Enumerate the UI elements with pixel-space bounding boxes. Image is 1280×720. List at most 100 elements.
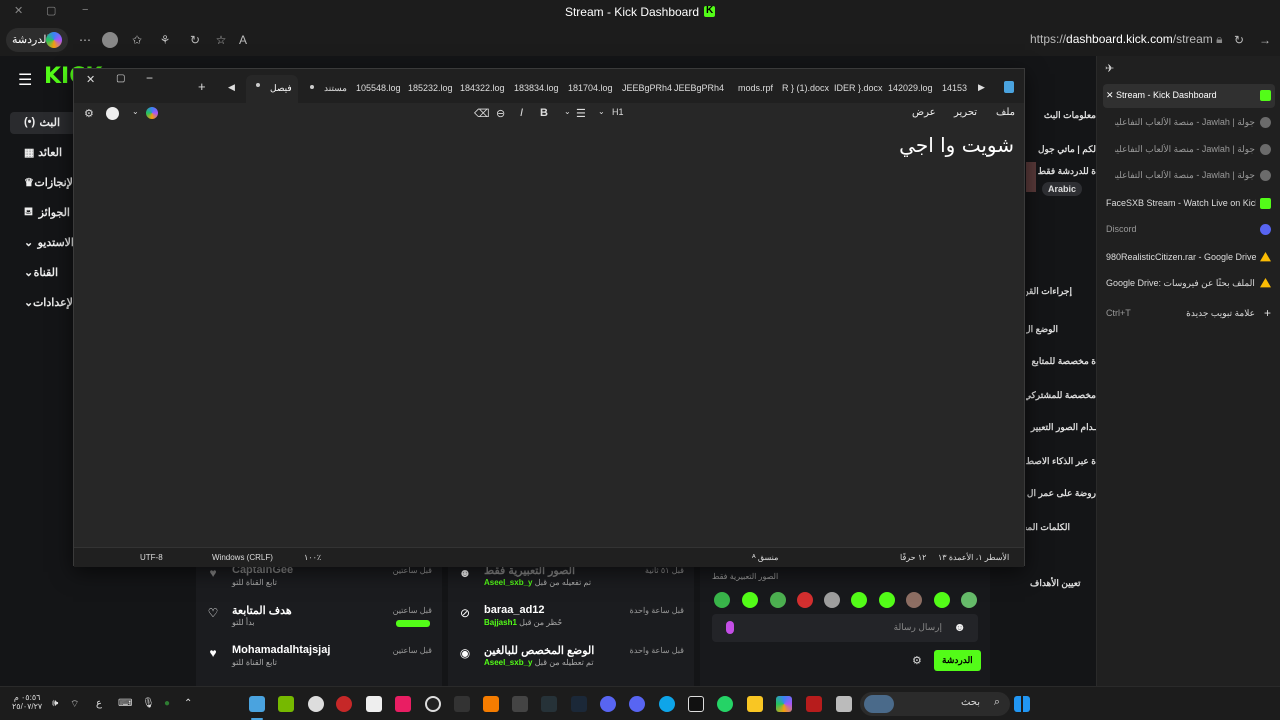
chat-input[interactable]: إرسال رسالة ☻ xyxy=(712,614,978,642)
capture-icon[interactable] xyxy=(366,696,382,712)
vertical-tab[interactable]: جولة | Jawlah - منصة الألعاب التفاعلية xyxy=(1103,138,1275,162)
maximize-window-icon[interactable]: ▢ xyxy=(116,73,125,84)
app-icon[interactable] xyxy=(395,696,411,712)
file-explorer-icon[interactable] xyxy=(747,696,763,712)
tab-label[interactable]: 105548.log xyxy=(356,83,401,93)
tab-label[interactable]: IDER }.docx xyxy=(834,83,883,93)
star-icon[interactable]: ☆ xyxy=(214,33,228,47)
status-format[interactable]: منسق ᴬ xyxy=(752,553,778,562)
emote-icon[interactable] xyxy=(851,592,867,608)
tab-label[interactable]: 184322.log xyxy=(460,83,505,93)
edge-icon[interactable] xyxy=(659,696,675,712)
taskbar-search[interactable]: بحث ⌕ xyxy=(860,692,1010,716)
profile-chat-button[interactable]: الدردشة xyxy=(6,28,68,52)
set-goals-label[interactable]: تعيين الأهداف xyxy=(1030,578,1081,589)
chevron-down-icon[interactable]: ⌄ xyxy=(564,107,571,116)
menu-view[interactable]: عرض xyxy=(912,107,936,118)
menu-file[interactable]: ملف xyxy=(996,107,1015,118)
language-chip[interactable]: Arabic xyxy=(1042,182,1083,196)
vertical-tab[interactable]: Discord xyxy=(1103,218,1275,242)
copilot-icon[interactable] xyxy=(776,696,792,712)
nav-item-channel[interactable]: ⌄ القناة xyxy=(10,262,76,284)
address-bar[interactable]: https://dashboard.kick.com/stream 🔒︎ xyxy=(1030,32,1223,47)
vertical-tab[interactable]: جولة | Jawlah - منصة الألعاب التفاعلية xyxy=(1103,164,1275,188)
chat-send-button[interactable]: الدردشة xyxy=(934,650,981,671)
tab-label[interactable]: 181704.log xyxy=(568,83,613,93)
emote-icon[interactable] xyxy=(797,592,813,608)
forward-icon[interactable]: → xyxy=(1258,33,1272,47)
app-icon[interactable] xyxy=(336,696,352,712)
more-icon[interactable]: ⋯ xyxy=(78,33,92,47)
minimize-window-icon[interactable]: − xyxy=(146,71,153,85)
nvidia-icon[interactable] xyxy=(278,696,294,712)
emote-icon[interactable] xyxy=(906,592,922,608)
heading-dropdown[interactable]: H1 xyxy=(612,107,624,117)
tab-label[interactable]: JEEBgPRh4 xyxy=(674,83,724,93)
tab-label[interactable]: 185232.log xyxy=(408,83,453,93)
nav-item-revenue[interactable]: ▦ العائد xyxy=(10,142,76,164)
nav-item-rewards[interactable]: ⛾ الجوائز xyxy=(10,202,76,224)
avatar-icon[interactable] xyxy=(102,32,118,48)
vertical-tab[interactable]: FaceSXB Stream - Watch Live on Kick xyxy=(1103,192,1275,216)
bold-icon[interactable]: B xyxy=(540,107,548,119)
tab-label[interactable]: 142029.log xyxy=(888,83,933,93)
app-icon[interactable] xyxy=(512,696,528,712)
tab-label[interactable]: 183834.log xyxy=(514,83,559,93)
new-tab-icon[interactable]: + xyxy=(198,79,206,94)
notepad-editor[interactable]: شويت وا اجي xyxy=(74,125,1024,545)
status-zoom[interactable]: ١٠٠٪ xyxy=(304,553,321,562)
scroll-left-icon[interactable]: ◀ xyxy=(228,82,235,93)
chat-settings-icon[interactable]: ⚙ xyxy=(912,654,922,667)
tab-label[interactable]: 14153 xyxy=(942,83,970,93)
emote-icon[interactable] xyxy=(961,592,977,608)
obs-icon[interactable] xyxy=(308,696,324,712)
app-icon[interactable] xyxy=(541,696,557,712)
copilot-icon[interactable] xyxy=(146,107,158,119)
keyboard-icon[interactable]: ⌨ xyxy=(118,698,132,709)
link-icon[interactable]: ⊖ xyxy=(496,107,505,120)
clear-formatting-icon[interactable]: ⌫ xyxy=(474,107,490,120)
wifi-icon[interactable]: ⌔ xyxy=(70,698,79,711)
app-icon[interactable] xyxy=(483,696,499,712)
input-language[interactable]: ع xyxy=(96,698,102,709)
nav-item-stream[interactable]: (•) البث xyxy=(10,112,76,134)
whatsapp-icon[interactable] xyxy=(717,696,733,712)
nav-item-studio[interactable]: ⌄ الاستديو xyxy=(10,232,76,254)
menu-icon[interactable]: ☰ xyxy=(18,70,32,90)
app-icon[interactable] xyxy=(454,696,470,712)
windows-start-icon[interactable] xyxy=(1014,696,1030,712)
tab-label[interactable]: R } (1).docx xyxy=(782,83,829,93)
vertical-tab[interactable]: 980RealisticCitizen.rar - Google Drive xyxy=(1103,246,1275,270)
discord-icon[interactable] xyxy=(629,696,645,712)
emote-icon[interactable] xyxy=(742,592,758,608)
clock[interactable]: ٠٥:٥٦ م ٢٥/٠٧/٢٧ xyxy=(12,693,42,711)
close-window-icon[interactable]: ✕ xyxy=(86,73,95,86)
extensions-icon[interactable]: ⚘ xyxy=(158,33,172,47)
scroll-right-icon[interactable]: ▶ xyxy=(978,82,985,93)
vertical-tab[interactable]: Google Drive: الملف بحثًا عن فيروسات xyxy=(1103,272,1275,296)
tab-active[interactable]: فيصل xyxy=(246,75,298,103)
refresh-icon[interactable]: ↻ xyxy=(188,33,202,47)
tab-label[interactable]: mods.rpf xyxy=(738,83,773,93)
status-encoding[interactable]: UTF-8 xyxy=(140,553,163,562)
emote-icon[interactable] xyxy=(879,592,895,608)
emote-icon[interactable] xyxy=(770,592,786,608)
pin-panel-icon[interactable]: ✈ xyxy=(1105,62,1114,75)
reload-icon[interactable]: ↻ xyxy=(1232,33,1246,47)
emote-icon[interactable] xyxy=(714,592,730,608)
nav-item-settings[interactable]: ⌄ الإعدادات xyxy=(10,292,76,314)
app-icon[interactable] xyxy=(836,696,852,712)
emoji-icon[interactable]: ☻ xyxy=(953,620,966,634)
settings-icon[interactable]: ⚙ xyxy=(84,107,94,120)
notepad-app-icon[interactable] xyxy=(249,696,265,712)
steam-icon[interactable] xyxy=(571,696,587,712)
vertical-tab[interactable]: جولة | Jawlah - منصة الألعاب التفاعلية xyxy=(1103,111,1275,135)
emote-icon[interactable] xyxy=(824,592,840,608)
favorites-icon[interactable]: ✩ xyxy=(130,33,144,47)
chevron-down-icon[interactable]: ⌄ xyxy=(132,107,139,116)
vertical-tab[interactable]: ✕ Stream - Kick Dashboard xyxy=(1103,84,1275,108)
list-icon[interactable]: ☰ xyxy=(576,107,586,120)
tab-label[interactable]: مستند xyxy=(324,83,347,94)
nav-item-achievements[interactable]: ♛ الإنجازات xyxy=(10,172,76,194)
discord-icon[interactable] xyxy=(600,696,616,712)
